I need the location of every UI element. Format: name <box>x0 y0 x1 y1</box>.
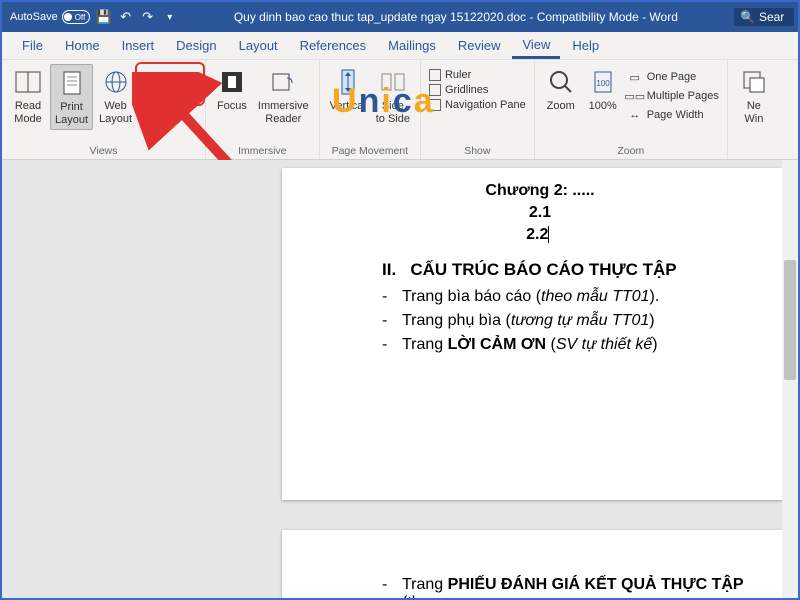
ribbon-group-immersive: Focus Immersive Reader Immersive <box>206 60 320 159</box>
title-bar: AutoSave Off 💾 ↶ ↷ ▾ Quy dinh bao cao th… <box>2 2 798 32</box>
page-2[interactable]: Trang PHIẾU ĐÁNH GIÁ KẾT QUẢ THỰC TẬP (t… <box>282 530 798 598</box>
autosave-toggle[interactable]: AutoSave Off <box>10 10 90 24</box>
menu-file[interactable]: File <box>12 34 53 57</box>
bullet-p2-1: Trang PHIẾU ĐÁNH GIÁ KẾT QUẢ THỰC TẬP (t… <box>402 576 758 598</box>
bullet-1: Trang bìa báo cáo (theo mẫu TT01). <box>402 288 758 306</box>
immersive-reader-icon <box>267 66 299 98</box>
read-mode-icon <box>12 66 44 98</box>
heading-roman-2: II. CẤU TRÚC BÁO CÁO THỰC TẬP <box>382 260 758 280</box>
multiple-pages-button[interactable]: ▭▭Multiple Pages <box>625 87 721 105</box>
one-page-button[interactable]: ▭One Page <box>625 68 721 86</box>
document-title: Quy dinh bao cao thuc tap_update ngay 15… <box>178 10 734 24</box>
bullet-3: Trang LỜI CẢM ƠN (SV tự thiết kế) <box>402 336 758 354</box>
menu-mailings[interactable]: Mailings <box>378 34 446 57</box>
vertical-scrollbar[interactable] <box>782 160 798 598</box>
menu-design[interactable]: Design <box>166 34 226 57</box>
zoom-100-icon: 100 <box>587 66 619 98</box>
side-to-side-icon <box>377 66 409 98</box>
ruler-checkbox[interactable]: Ruler <box>427 68 528 82</box>
redo-icon[interactable]: ↷ <box>140 9 156 25</box>
menu-help[interactable]: Help <box>562 34 609 57</box>
page-gutter <box>2 160 282 598</box>
scrollbar-thumb[interactable] <box>784 260 796 380</box>
qat-dropdown-icon[interactable]: ▾ <box>162 9 178 25</box>
focus-icon <box>216 66 248 98</box>
bullet-2: Trang phụ bìa (tương tự mẫu TT01) <box>402 312 758 330</box>
print-layout-button[interactable]: Print Layout <box>50 64 93 130</box>
navigation-pane-checkbox[interactable]: Navigation Pane <box>427 98 528 112</box>
checkbox-icon <box>429 84 441 96</box>
ribbon-group-show: Ruler Gridlines Navigation Pane Show <box>421 60 535 159</box>
ribbon-group-views: Read Mode Print Layout Web Layout Outlin… <box>2 60 206 159</box>
ribbon-group-page-movement: Vertical Side to Side Page Movement <box>320 60 421 159</box>
text-cursor <box>548 226 553 243</box>
save-icon[interactable]: 💾 <box>96 9 112 25</box>
menu-home[interactable]: Home <box>55 34 110 57</box>
page-width-button[interactable]: ↔Page Width <box>625 106 721 124</box>
heading-chapter: Chương 2: ..... <box>322 182 758 200</box>
side-to-side-button[interactable]: Side to Side <box>372 64 414 128</box>
zoom-button[interactable]: Zoom <box>541 64 581 115</box>
checkbox-icon <box>429 69 441 81</box>
menu-view[interactable]: View <box>512 33 560 59</box>
print-layout-icon <box>56 67 88 99</box>
zoom-100-button[interactable]: 100 100% <box>583 64 623 115</box>
multiple-pages-icon: ▭▭ <box>627 88 643 104</box>
undo-icon[interactable]: ↶ <box>118 9 134 25</box>
menu-layout[interactable]: Layout <box>229 34 288 57</box>
search-box[interactable]: 🔍 Sear <box>734 8 794 26</box>
focus-button[interactable]: Focus <box>212 64 252 115</box>
menu-insert[interactable]: Insert <box>112 34 165 57</box>
new-window-icon <box>738 66 770 98</box>
web-layout-button[interactable]: Web Layout <box>95 64 136 128</box>
new-window-button[interactable]: Ne Win <box>734 64 774 128</box>
ribbon: Read Mode Print Layout Web Layout Outlin… <box>2 60 798 160</box>
vertical-button[interactable]: Vertical <box>326 64 370 115</box>
menu-bar: File Home Insert Design Layout Reference… <box>2 32 798 60</box>
ribbon-group-window: Ne Win <box>728 60 780 159</box>
page-1[interactable]: Chương 2: ..... 2.1 2.2 II. CẤU TRÚC BÁO… <box>282 168 798 500</box>
menu-review[interactable]: Review <box>448 34 511 57</box>
checkbox-icon <box>429 99 441 111</box>
page-width-icon: ↔ <box>627 107 643 123</box>
document-area: Chương 2: ..... 2.1 2.2 II. CẤU TRÚC BÁO… <box>2 160 798 598</box>
web-layout-icon <box>100 66 132 98</box>
gridlines-checkbox[interactable]: Gridlines <box>427 83 528 97</box>
page-container[interactable]: Chương 2: ..... 2.1 2.2 II. CẤU TRÚC BÁO… <box>282 160 798 598</box>
autosave-label: AutoSave <box>10 11 58 23</box>
heading-2-2: 2.2 <box>322 226 758 244</box>
read-mode-button[interactable]: Read Mode <box>8 64 48 128</box>
draft-icon <box>142 88 158 104</box>
outline-icon <box>142 69 158 85</box>
menu-references[interactable]: References <box>290 34 376 57</box>
immersive-reader-button[interactable]: Immersive Reader <box>254 64 313 128</box>
zoom-icon <box>545 66 577 98</box>
outline-button[interactable]: Outline <box>140 68 199 86</box>
vertical-icon <box>332 66 364 98</box>
svg-text:100: 100 <box>596 79 610 88</box>
search-placeholder: Sear <box>759 10 784 24</box>
heading-2-1: 2.1 <box>322 204 758 222</box>
search-icon: 🔍 <box>740 10 755 24</box>
draft-button[interactable]: Draft <box>140 87 199 105</box>
ribbon-group-zoom: Zoom 100 100% ▭One Page ▭▭Multiple Pages… <box>535 60 728 159</box>
one-page-icon: ▭ <box>627 69 643 85</box>
